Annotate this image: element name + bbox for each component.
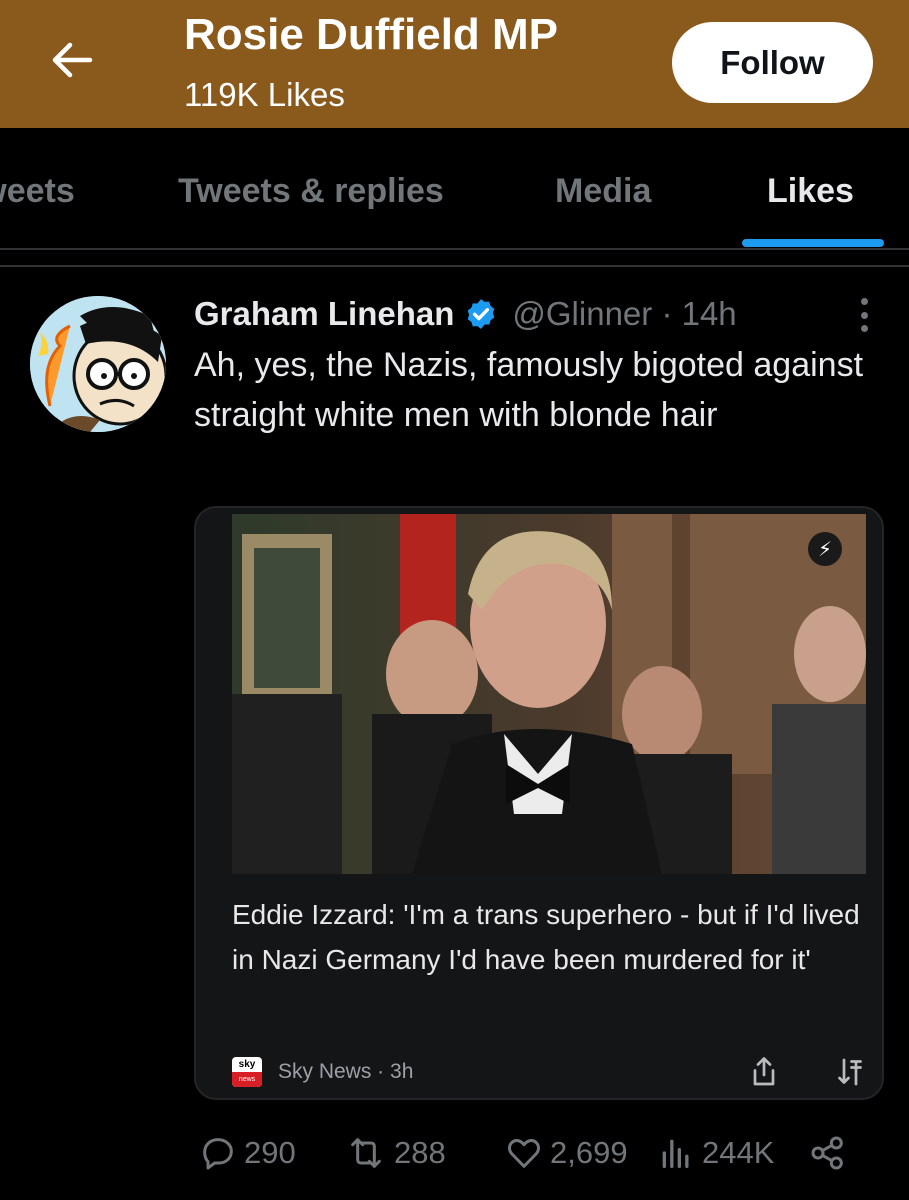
views-icon — [662, 1139, 689, 1168]
reply-icon — [203, 1138, 233, 1170]
tab-media[interactable]: Media — [555, 172, 651, 211]
author-name[interactable]: Graham Linehan — [194, 295, 454, 333]
retweet-button[interactable]: 288 — [344, 1128, 446, 1178]
reply-button[interactable]: 290 — [198, 1128, 296, 1178]
timeline-divider — [0, 265, 909, 267]
share-button[interactable] — [808, 1128, 848, 1178]
author-handle-time: @Glinner · 14h — [512, 295, 737, 332]
tab-tweets[interactable]: Tweets — [0, 172, 75, 211]
news-photo: ⚡ — [232, 514, 866, 874]
views-button[interactable]: 244K — [656, 1128, 774, 1178]
lightning-icon: ⚡ — [808, 532, 842, 566]
news-headline: Eddie Izzard: 'I'm a trans superhero - b… — [232, 899, 860, 975]
share-network-icon — [811, 1136, 843, 1170]
verified-badge-icon — [464, 297, 498, 331]
profile-header: Rosie Duffield MP 119K Likes Follow — [0, 0, 909, 128]
tab-tweets-replies[interactable]: Tweets & replies — [178, 172, 444, 211]
back-button[interactable] — [44, 32, 100, 88]
news-source: Sky News · 3h — [278, 1060, 414, 1083]
retweet-icon — [351, 1138, 381, 1168]
cartoon-avatar-icon — [30, 296, 166, 432]
tweet-actions: 290 288 2,699 244K — [194, 1128, 894, 1178]
active-tab-indicator — [742, 239, 884, 247]
tabs-divider — [0, 248, 909, 250]
reply-count: 290 — [244, 1135, 296, 1170]
likes-count: 119K Likes — [184, 76, 345, 113]
more-options-icon[interactable] — [848, 294, 880, 336]
retweet-count: 288 — [394, 1135, 446, 1170]
profile-name: Rosie Duffield MP — [184, 10, 559, 59]
follow-button[interactable]: Follow — [672, 22, 873, 103]
news-source-row: sky news Sky News · 3h — [232, 1054, 866, 1090]
sort-icon[interactable] — [832, 1054, 868, 1090]
sky-news-logo: sky news — [232, 1057, 262, 1087]
heart-icon — [508, 1139, 540, 1168]
profile-tabs: Tweets Tweets & replies Media Likes — [0, 128, 909, 248]
avatar[interactable] — [30, 296, 166, 432]
arrow-left-icon — [52, 42, 93, 78]
embedded-news-card[interactable]: ⚡ Eddie Izzard: 'I'm a trans superhero -… — [194, 506, 884, 1100]
views-count: 244K — [702, 1135, 775, 1170]
like-count: 2,699 — [550, 1135, 628, 1170]
share-icon[interactable] — [746, 1054, 782, 1090]
like-button[interactable]: 2,699 — [504, 1128, 628, 1178]
tab-likes[interactable]: Likes — [767, 172, 854, 211]
tweet-author: Graham Linehan @Glinner · 14h — [194, 290, 737, 338]
tweet-text: Ah, yes, the Nazis, famously bigoted aga… — [194, 346, 864, 434]
